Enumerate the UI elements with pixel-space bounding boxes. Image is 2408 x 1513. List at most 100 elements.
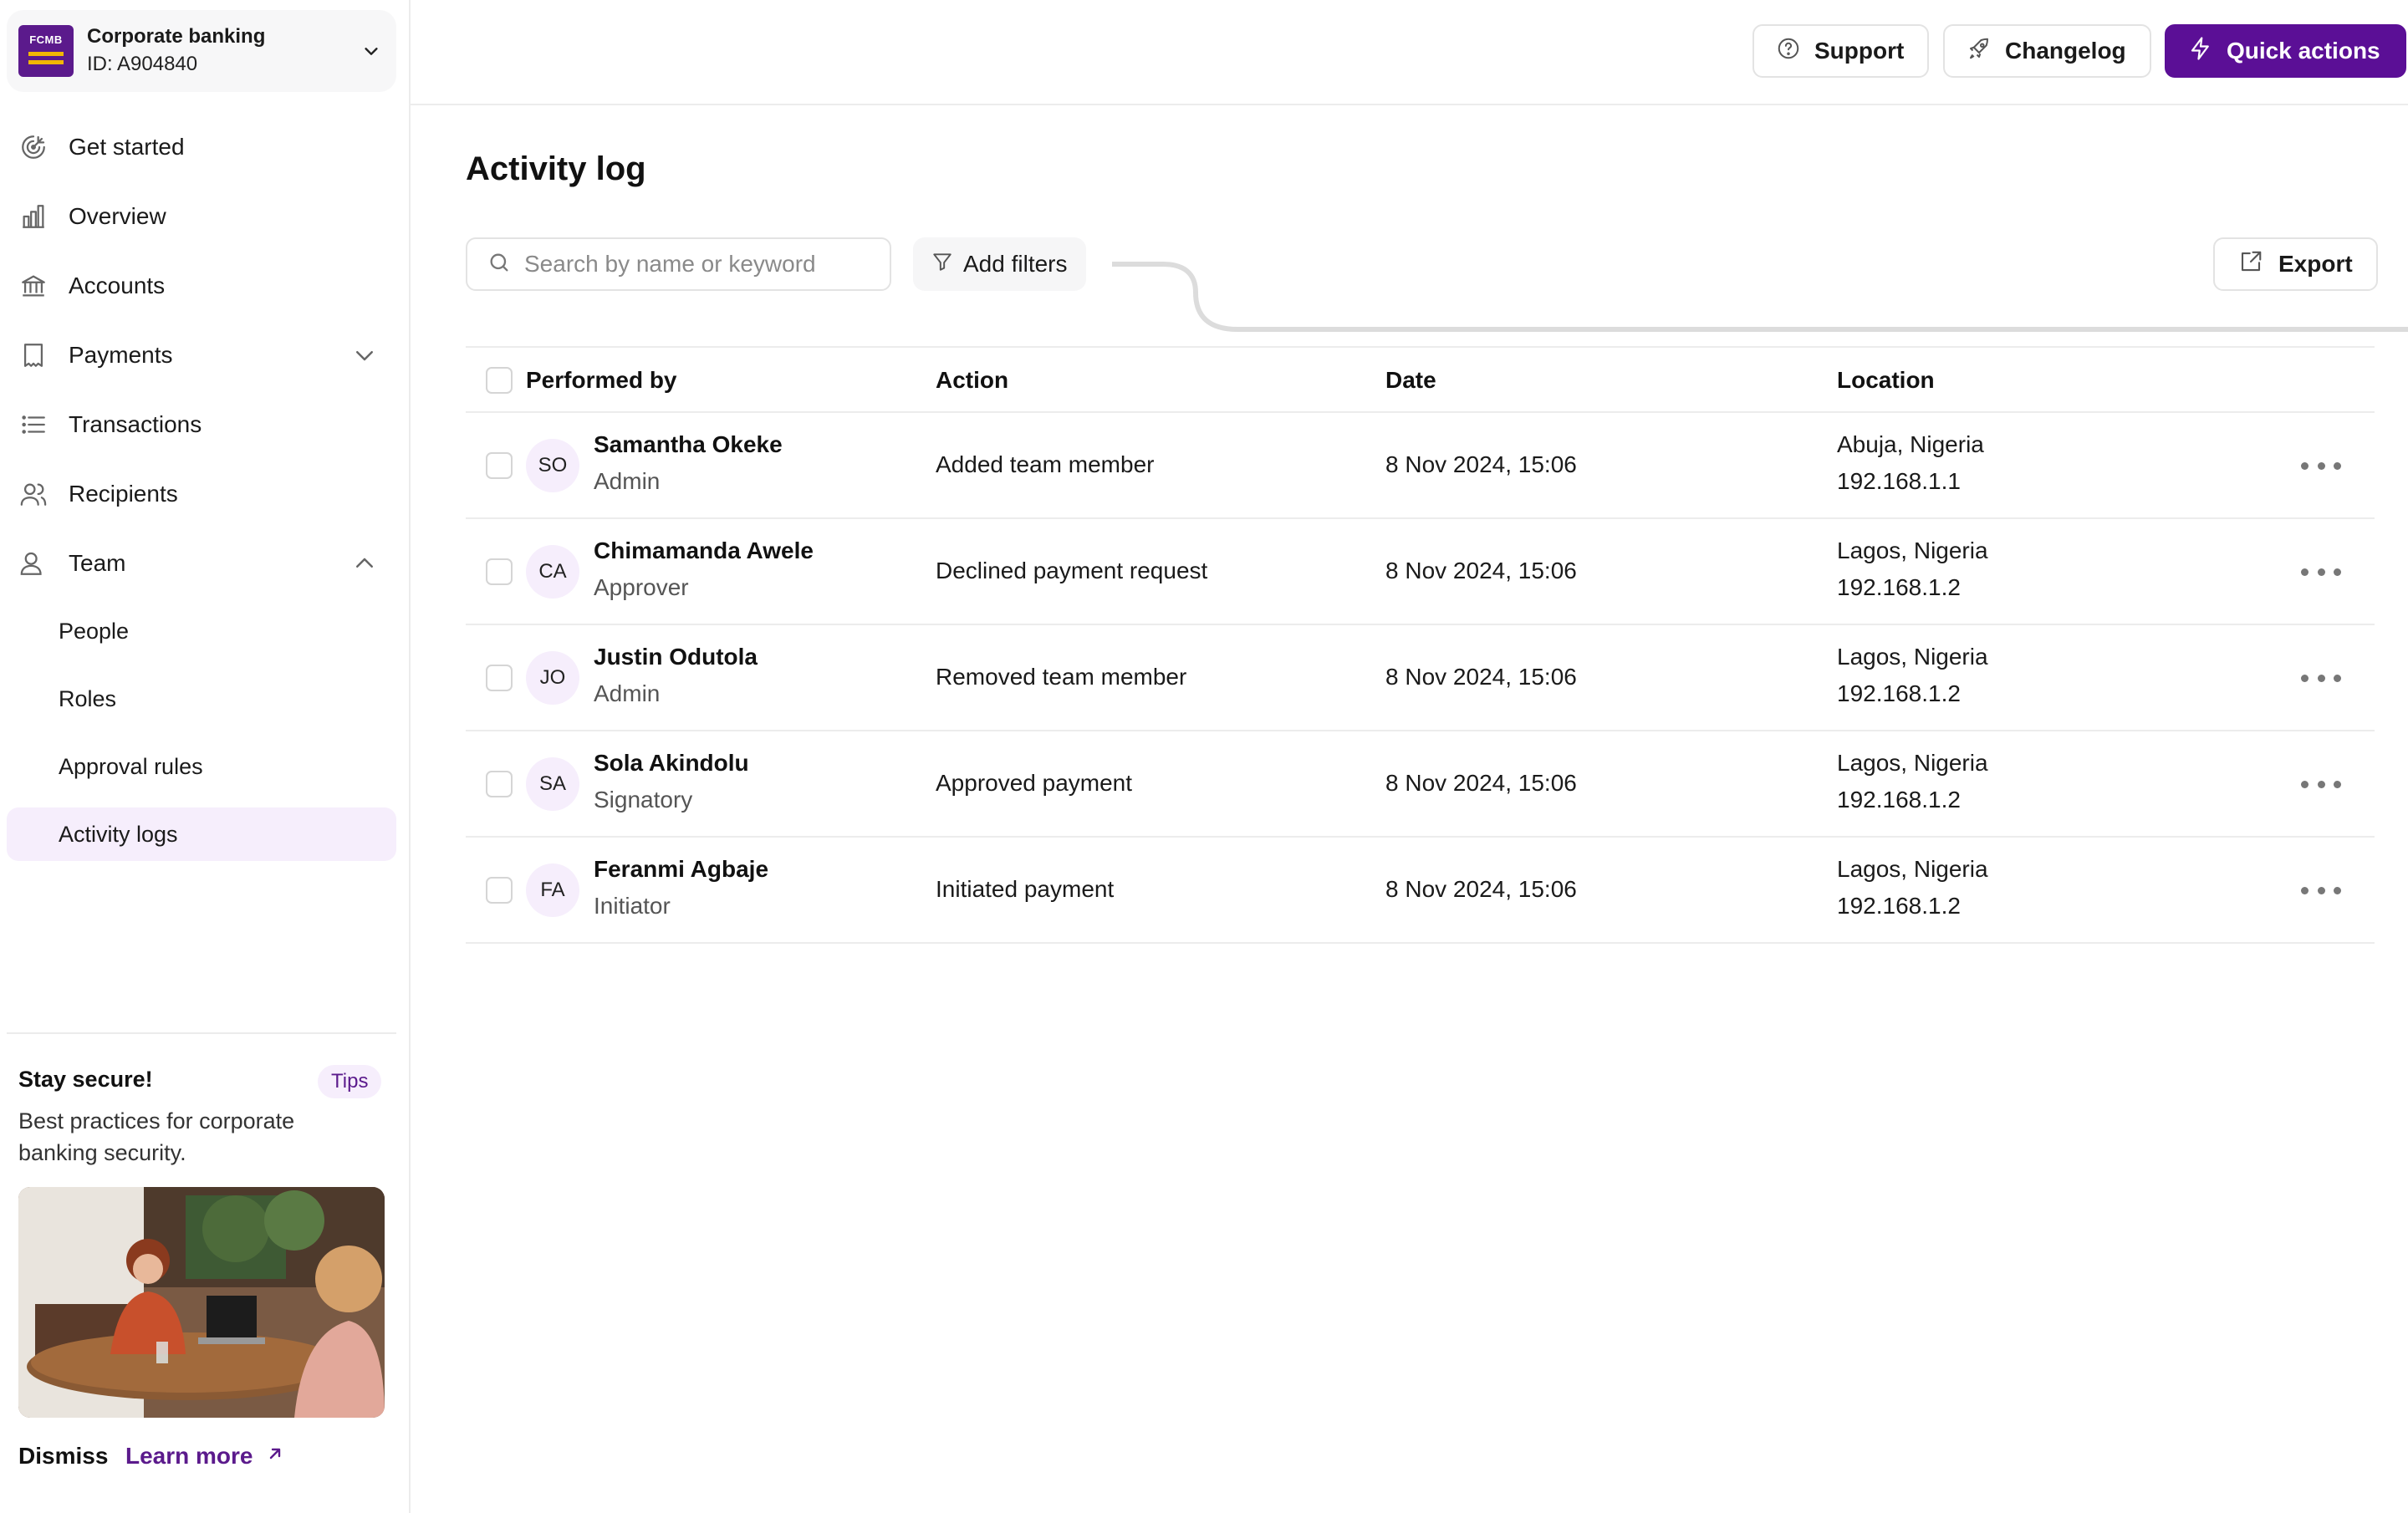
row-checkbox[interactable] [486,558,513,585]
add-filters-button[interactable]: Add filters [913,237,1086,291]
avatar: FA [526,863,579,917]
row-checkbox[interactable] [486,665,513,691]
arrow-up-right-icon [265,1443,285,1470]
location-cell: Lagos, Nigeria [1837,750,1988,776]
tips-badge: Tips [318,1065,382,1098]
quick-actions-button[interactable]: Quick actions [2165,24,2406,78]
sidebar-item-payments[interactable]: Payments [0,320,410,390]
date-cell: 8 Nov 2024, 15:06 [1385,664,1577,690]
table-row[interactable]: CA Chimamanda Awele Approver Declined pa… [466,519,2375,625]
header-performed-by[interactable]: Performed by [526,348,677,413]
sidebar-item-accounts[interactable]: Accounts [0,251,410,320]
action-cell: Added team member [936,451,1155,477]
page-title: Activity log [466,150,646,187]
table-row[interactable]: SA Sola Akindolu Signatory Approved paym… [466,731,2375,838]
changelog-label: Changelog [2005,38,2126,64]
performer-role: Admin [594,680,661,706]
org-switcher[interactable]: FCMB Corporate banking ID: A904840 [7,10,396,92]
sidebar-item-get-started[interactable]: Get started [0,112,410,181]
action-cell: Approved payment [936,770,1133,796]
sidebar-item-label: Accounts [69,272,166,298]
receipt-icon [18,340,48,370]
search-input[interactable] [524,251,875,278]
sidebar-item-team[interactable]: Team [0,528,410,598]
date-cell: 8 Nov 2024, 15:06 [1385,876,1577,902]
export-button[interactable]: Export [2213,237,2378,291]
more-options-icon[interactable] [2301,878,2341,903]
sidebar-item-label: Transactions [69,410,202,437]
export-icon [2238,249,2263,280]
search-box[interactable] [466,237,891,291]
row-checkbox[interactable] [486,771,513,797]
sidebar: FCMB Corporate banking ID: A904840 Get s… [0,0,411,1513]
table-row[interactable]: FA Feranmi Agbaje Initiator Initiated pa… [466,838,2375,944]
chevron-up-icon[interactable] [349,548,380,578]
table-row[interactable]: JO Justin Odutola Admin Removed team mem… [466,625,2375,731]
quick-actions-label: Quick actions [2227,38,2380,64]
avatar: CA [526,545,579,599]
sidebar-item-transactions[interactable]: Transactions [0,390,410,459]
ip-address: 192.168.1.2 [1837,787,1961,813]
location-cell: Lagos, Nigeria [1837,856,1988,882]
performer-name: Justin Odutola [594,644,758,670]
rocket-icon [1967,36,1992,67]
performer-role: Admin [594,468,661,494]
date-cell: 8 Nov 2024, 15:06 [1385,558,1577,583]
users-icon [18,479,48,509]
date-cell: 8 Nov 2024, 15:06 [1385,770,1577,796]
target-icon [18,132,48,162]
row-checkbox[interactable] [486,452,513,479]
chevron-down-icon[interactable] [349,340,380,370]
date-cell: 8 Nov 2024, 15:06 [1385,451,1577,477]
select-all-checkbox[interactable] [486,367,513,394]
changelog-button[interactable]: Changelog [1943,24,2151,78]
action-cell: Removed team member [936,664,1187,690]
header-location[interactable]: Location [1837,348,1935,413]
sidebar-subitem-activity-logs[interactable]: Activity logs [7,807,396,861]
performer-name: Samantha Okeke [594,431,783,457]
sidebar-item-label: Get started [69,133,185,160]
header-date[interactable]: Date [1385,348,1436,413]
org-name: Corporate banking [87,25,266,48]
topbar: Support Changelog Quick actions [411,0,2408,105]
learn-more-label: Learn more [125,1443,253,1469]
tip-image [18,1187,385,1418]
sidebar-item-overview[interactable]: Overview [0,181,410,251]
more-options-icon[interactable] [2301,453,2341,478]
support-button[interactable]: Support [1752,24,1929,78]
sidebar-subitem-approval-rules[interactable]: Approval rules [0,733,410,801]
ip-address: 192.168.1.2 [1837,574,1961,600]
bank-icon [18,271,48,301]
performer-role: Initiator [594,893,671,919]
sidebar-item-label: Recipients [69,480,178,507]
header-action[interactable]: Action [936,348,1008,413]
more-options-icon[interactable] [2301,559,2341,584]
lightning-icon [2188,36,2213,67]
performer-role: Signatory [594,787,693,813]
learn-more-link[interactable]: Learn more [125,1443,285,1470]
export-label: Export [2278,251,2353,277]
location-cell: Lagos, Nigeria [1837,537,1988,563]
action-cell: Initiated payment [936,876,1115,902]
action-cell: Declined payment request [936,558,1208,583]
sidebar-item-label: Overview [69,202,166,229]
org-id: ID: A904840 [87,53,198,75]
more-options-icon[interactable] [2301,772,2341,797]
sidebar-subitem-roles[interactable]: Roles [0,665,410,733]
list-icon [18,410,48,440]
dismiss-button[interactable]: Dismiss [18,1443,108,1470]
sidebar-item-recipients[interactable]: Recipients [0,459,410,528]
add-filters-label: Add filters [963,251,1068,277]
location-cell: Abuja, Nigeria [1837,431,1984,457]
bar-chart-icon [18,201,48,232]
sidebar-divider [7,1032,396,1034]
sidebar-subitem-people[interactable]: People [0,598,410,665]
row-checkbox[interactable] [486,877,513,904]
team-icon [18,548,48,578]
support-label: Support [1814,38,1905,64]
tip-body: Best practices for corporate banking sec… [18,1108,295,1165]
sidebar-item-label: Team [69,549,126,576]
table-row[interactable]: SO Samantha Okeke Admin Added team membe… [466,413,2375,519]
more-options-icon[interactable] [2301,665,2341,690]
avatar: SO [526,439,579,492]
